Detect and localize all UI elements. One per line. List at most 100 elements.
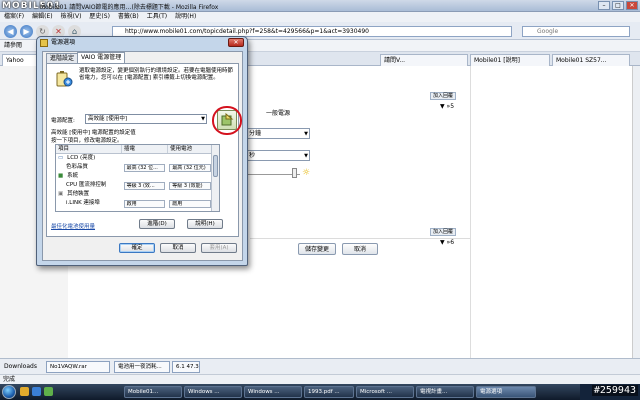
tab-mobile01-help[interactable]: Mobile01 [說明]: [470, 54, 550, 66]
table-row[interactable]: CPU 匯流排控制 等級 3 (效... 等級 3 (效能): [56, 181, 213, 190]
dialog-close-button[interactable]: ✕: [228, 38, 244, 47]
tab-advanced-settings[interactable]: 進階設定: [46, 53, 79, 63]
download-item[interactable]: 6.1 47.32: [172, 361, 200, 373]
col-plugged[interactable]: 插電: [122, 145, 168, 153]
back-icon[interactable]: ◀: [4, 25, 17, 38]
row-plugged-select[interactable]: 等級 3 (效...: [123, 182, 166, 190]
dialog-title-bar: 電源選項: [37, 37, 247, 49]
row-item-label: ▭ LCD (亮度): [58, 155, 96, 161]
download-item[interactable]: No1VAQW.rar: [46, 361, 110, 373]
taskbar-item[interactable]: Microsoft ...: [356, 386, 414, 398]
tab-vaio-power-management[interactable]: VAIO 電源管理: [77, 52, 126, 63]
downloads-bar: Downloads No1VAQW.rar 電池用一夜消耗... 6.1 47.…: [0, 358, 640, 374]
taskbar: Mobile01... Windows ... Windows ... 1993…: [0, 384, 640, 400]
apply-button[interactable]: 套用(A): [201, 243, 237, 253]
page-nav-2[interactable]: ▼ »6: [440, 239, 454, 246]
minimize-button[interactable]: –: [598, 1, 610, 10]
table-row[interactable]: ▣ 其他裝置: [56, 190, 213, 199]
menu-bookmarks[interactable]: 書籤(B): [118, 12, 139, 22]
row-item-label: i.LINK 連接埠: [66, 200, 100, 206]
menu-help[interactable]: 說明(H): [175, 12, 196, 22]
row-plugged-select[interactable]: 最高 (32 位...: [123, 164, 166, 172]
row-battery-select[interactable]: 等級 3 (效能): [169, 182, 212, 190]
tab-mobile01-sz57[interactable]: Mobile01 SZ57...: [552, 54, 630, 66]
start-button[interactable]: [2, 385, 16, 399]
taskbar-item[interactable]: 1993.pdf ...: [304, 386, 354, 398]
quicklaunch-folder-icon[interactable]: [20, 387, 29, 396]
power-plan-label: 一般電源: [266, 110, 291, 117]
row-item-label: 色彩品質: [66, 164, 89, 170]
page-cancel-button[interactable]: 取消: [342, 243, 378, 255]
window-controls: – □ ✕: [598, 1, 638, 10]
dialog-title: 電源選項: [51, 39, 76, 46]
status-bar: 完成: [0, 374, 640, 384]
quote-button[interactable]: 加入回覆: [430, 92, 457, 100]
help-button[interactable]: 說明(H): [187, 219, 223, 229]
table-row[interactable]: ■ 系統: [56, 172, 213, 181]
divider: [250, 238, 470, 239]
row-battery-select[interactable]: 啟用: [169, 200, 212, 208]
taskbar-item[interactable]: Windows ...: [184, 386, 242, 398]
taskbar-item-active[interactable]: 電源選項: [476, 386, 536, 398]
downloads-label: Downloads: [4, 363, 37, 370]
time-select-2[interactable]: 秒: [246, 150, 310, 161]
menu-file[interactable]: 檔案(F): [4, 12, 24, 22]
plan-label: 電源配置:: [51, 118, 75, 124]
plan-description: 高效能 [使用中] 電源配置的設定值: [51, 130, 136, 136]
page-nav[interactable]: ▼ »5: [440, 103, 454, 110]
browser-title-bar: MOBILE01 Mobile01 請問VAIO節電的應用…(除去標題下載 - …: [0, 0, 640, 12]
cancel-button[interactable]: 取消: [160, 243, 196, 253]
power-options-icon: [40, 39, 48, 47]
menu-history[interactable]: 歷史(S): [89, 12, 110, 22]
forward-icon[interactable]: ▶: [20, 25, 33, 38]
advanced-button[interactable]: 進階(D): [139, 219, 175, 229]
quicklaunch-browser-icon[interactable]: [44, 387, 53, 396]
table-scrollbar[interactable]: [211, 145, 219, 211]
download-item[interactable]: 電池用一夜消耗...: [114, 361, 170, 373]
table-row[interactable]: 色彩品質 最高 (32 位... 最高 (32 位元): [56, 163, 213, 172]
power-options-dialog: 電源選項 ✕ 進階設定 VAIO 電源管理 選取電源設定，變更個別執行的環境設定…: [36, 36, 248, 266]
intro-text: 選取電源設定，變更個別執行的環境設定。若要在電腦使用時節省電力，您可以在 [電源…: [79, 68, 234, 81]
row-plugged-select[interactable]: 啟用: [123, 200, 166, 208]
taskbar-item[interactable]: 電視計畫...: [416, 386, 474, 398]
window-title: Mobile01 請問VAIO節電的應用…(除去標題下載 - Mozilla F…: [40, 4, 219, 11]
power-plan-select[interactable]: 高效能 [使用中]: [85, 114, 207, 124]
page-scrollbar[interactable]: [632, 66, 640, 358]
save-changes-button[interactable]: 儲存變更: [298, 243, 336, 255]
close-window-button[interactable]: ✕: [626, 1, 638, 10]
ok-button[interactable]: 確定: [119, 243, 155, 253]
optimize-battery-link[interactable]: 最佳化電池使用量: [51, 222, 95, 230]
taskbar-item[interactable]: Mobile01...: [124, 386, 182, 398]
dialog-body: 進階設定 VAIO 電源管理 選取電源設定，變更個別執行的環境設定。若要在電腦使…: [42, 51, 243, 261]
row-item-label: ■ 系統: [58, 173, 79, 179]
search-input[interactable]: Google: [522, 26, 630, 37]
maximize-button[interactable]: □: [612, 1, 624, 10]
scrollbar-thumb[interactable]: [213, 155, 218, 177]
menu-bar: 檔案(F) 編輯(E) 檢視(V) 歷史(S) 書籤(B) 工具(T) 說明(H…: [0, 12, 640, 22]
page-right-column: [470, 66, 640, 358]
tab-panel: 選取電源設定，變更個別執行的環境設定。若要在電腦使用時節省電力，您可以在 [電源…: [46, 63, 242, 237]
tab-mobile01-question[interactable]: 請問V...: [380, 54, 468, 66]
row-item-label: CPU 匯流排控制: [66, 182, 107, 188]
watermark: #259943: [591, 385, 638, 396]
quicklaunch-desktop-icon[interactable]: [32, 387, 41, 396]
settings-table: 項目 插電 使用電池 ▭ LCD (亮度) 色彩品質 最高 (32 位... 最…: [55, 144, 220, 212]
table-row[interactable]: ▭ LCD (亮度): [56, 154, 213, 163]
taskbar-item[interactable]: Windows ...: [244, 386, 302, 398]
plan-hint: 按一下項目，修改電源設定。: [51, 138, 123, 144]
row-battery-select[interactable]: 最高 (32 位元): [169, 164, 212, 172]
sun-icon: ☼: [302, 168, 311, 178]
table-row[interactable]: i.LINK 連接埠 啟用 啟用: [56, 199, 213, 208]
menu-tools[interactable]: 工具(T): [147, 12, 167, 22]
col-item[interactable]: 項目: [56, 145, 122, 153]
quote-button-2[interactable]: 加入回覆: [430, 228, 457, 236]
col-battery[interactable]: 使用電池: [168, 145, 213, 153]
menu-view[interactable]: 檢視(V): [61, 12, 82, 22]
slider-thumb[interactable]: [292, 168, 297, 178]
time-select-1[interactable]: 分鐘: [246, 128, 310, 139]
battery-settings-icon: [56, 71, 73, 87]
menu-edit[interactable]: 編輯(E): [32, 12, 52, 22]
highlight-annotation: [212, 106, 242, 135]
table-header: 項目 插電 使用電池: [56, 145, 213, 154]
bookmark-item[interactable]: 請參閱: [4, 42, 22, 49]
